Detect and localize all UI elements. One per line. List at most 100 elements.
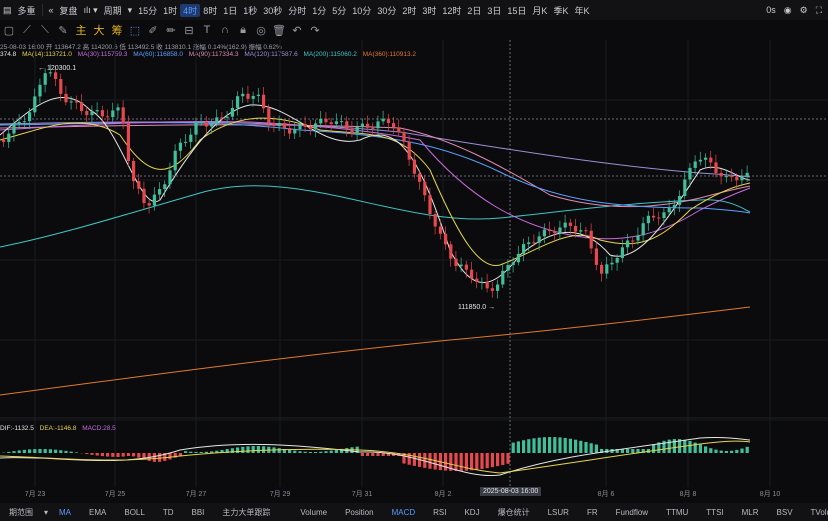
macd-bar [740, 448, 744, 453]
timeframe-20[interactable]: 年K [571, 4, 592, 17]
macd-bar [7, 451, 11, 453]
candle-body [288, 127, 292, 134]
timeframe-19[interactable]: 季K [550, 4, 571, 17]
timeframe-11[interactable]: 30分 [374, 4, 399, 17]
brush-icon[interactable]: ✏ [162, 24, 180, 37]
indicator-tab-fundflow[interactable]: Fundflow [607, 508, 657, 517]
macd-bar [85, 453, 89, 455]
timeframe-12[interactable]: 2时 [399, 4, 419, 17]
macd-bar [501, 453, 505, 465]
timeframe-17[interactable]: 15日 [504, 4, 529, 17]
dea-value: DEA:-1146.8 [39, 425, 77, 432]
delete-icon[interactable]: 🗑︎ [270, 24, 288, 37]
timeframe-3[interactable]: 8时 [200, 4, 220, 17]
macd-bar [298, 451, 302, 453]
timeframe-18[interactable]: 月K [529, 4, 550, 17]
layout-icon[interactable]: ▤ [0, 5, 15, 16]
macd-bar [470, 453, 474, 471]
indicator-tab-macd[interactable]: MACD [383, 508, 425, 517]
indicator-tab-boll[interactable]: BOLL [115, 508, 153, 517]
macd-bar [324, 451, 328, 453]
candle-body [730, 176, 734, 178]
date-tick: 8月 2 [434, 491, 452, 498]
timeframe-list: 15分 1时 4时 8时 1日 1秒 30秒 分时 1分 5分 10分 30分 2时 3时 12时 2日 3日 1… [135, 3, 592, 17]
macd-value: MACD:28.5 [82, 425, 116, 432]
pencil-icon[interactable]: ✎ [54, 24, 72, 37]
indicator-tab-liquidation[interactable]: 爆仓统计 [489, 507, 539, 518]
indicator-tab-kdj[interactable]: KDJ [455, 508, 488, 517]
replay-button[interactable]: 复盘 [57, 4, 81, 17]
indicator-tab-lsur[interactable]: LSUR [539, 508, 578, 517]
rewind-icon[interactable]: « [46, 5, 57, 15]
candle-body [475, 278, 479, 282]
indicator-tab-volume[interactable]: Volume [291, 508, 336, 517]
chart-type-icon[interactable]: ılı ▾ [81, 5, 101, 16]
ma90-line [0, 124, 751, 208]
macd-bar [714, 449, 718, 453]
timeframe-2[interactable]: 4时 [180, 3, 201, 17]
settings-icon[interactable]: ⚙ [800, 5, 808, 16]
indicator-tab-rsi[interactable]: RSI [424, 508, 455, 517]
timeframe-7[interactable]: 分时 [285, 4, 309, 17]
magnet-icon[interactable]: ∩ [216, 24, 234, 36]
rectangle-icon[interactable]: ▢ [0, 24, 18, 37]
timeframe-10[interactable]: 10分 [349, 4, 374, 17]
indicator-range-tab[interactable]: 期范围 [0, 507, 42, 518]
fullscreen-icon[interactable]: ⛶ [816, 5, 822, 16]
timeframe-4[interactable]: 1日 [220, 4, 240, 17]
ray-tool-icon[interactable]: ⟍ [36, 24, 54, 37]
candle-body [563, 222, 567, 228]
big-order-toggle[interactable]: 大 [90, 22, 108, 38]
line-tool-icon[interactable]: ⟋ [18, 24, 36, 37]
timeframe-5[interactable]: 1秒 [240, 4, 260, 17]
timeframe-15[interactable]: 2日 [464, 4, 484, 17]
eye-icon[interactable]: ◎ [252, 24, 270, 37]
text-tool-icon[interactable]: T [198, 24, 216, 36]
indicator-tab-td[interactable]: TD [154, 508, 183, 517]
lock-icon[interactable]: 🔒︎ [234, 24, 252, 37]
indicator-tab-ttmu[interactable]: TTMU [657, 508, 697, 517]
candle-body [652, 215, 656, 218]
date-tick: 7月 29 [269, 491, 291, 498]
period-button[interactable]: 周期 [101, 4, 125, 17]
indicator-tab-position[interactable]: Position [336, 508, 382, 517]
timeframe-14[interactable]: 12时 [439, 4, 464, 17]
select-icon[interactable]: ⬚ [126, 24, 144, 37]
indicator-tab-tvolume[interactable]: TVolume [802, 508, 828, 517]
price-chart[interactable] [0, 40, 828, 487]
pen-icon[interactable]: ✐ [144, 24, 162, 37]
candle-body [402, 131, 406, 142]
indicator-tab-bsv[interactable]: BSV [768, 508, 802, 517]
timeframe-16[interactable]: 3日 [484, 4, 504, 17]
indicator-tab-mlr[interactable]: MLR [733, 508, 768, 517]
timeframe-0[interactable]: 15分 [135, 4, 160, 17]
macd-bar [568, 438, 572, 453]
symbol-label[interactable]: 多重 [15, 4, 39, 17]
period-dropdown-icon[interactable]: ▾ [125, 5, 136, 16]
measure-icon[interactable]: ⊟ [180, 24, 198, 37]
dropdown-icon[interactable]: ▾ [42, 508, 50, 517]
date-tick: 7月 27 [185, 491, 207, 498]
timeframe-9[interactable]: 5分 [329, 4, 349, 17]
macd-bar [308, 451, 312, 453]
countdown-label: 0s [766, 5, 776, 15]
timeframe-8[interactable]: 1分 [309, 4, 329, 17]
indicator-tab-bbi[interactable]: BBI [183, 508, 214, 517]
redo-icon[interactable]: ↷ [306, 24, 324, 37]
indicator-tab-big-order[interactable]: 主力大单跟踪 [213, 507, 279, 518]
macd-bar [184, 451, 188, 453]
indicator-tab-fr[interactable]: FR [578, 508, 607, 517]
undo-icon[interactable]: ↶ [288, 24, 306, 37]
timeframe-1[interactable]: 1时 [160, 4, 180, 17]
timeframe-13[interactable]: 3时 [419, 4, 439, 17]
indicator-tab-ma[interactable]: MA [50, 508, 80, 517]
chip-toggle[interactable]: 筹 [108, 22, 126, 38]
macd-bar [745, 446, 749, 453]
candle-body [64, 93, 68, 103]
main-chart-toggle[interactable]: 主 [72, 22, 90, 38]
indicator-tab-ttsi[interactable]: TTSI [697, 508, 732, 517]
timeframe-6[interactable]: 30秒 [260, 4, 285, 17]
camera-icon[interactable]: ◉ [784, 5, 792, 16]
indicator-tab-ema[interactable]: EMA [80, 508, 115, 517]
date-tick: 8月 8 [679, 491, 697, 498]
